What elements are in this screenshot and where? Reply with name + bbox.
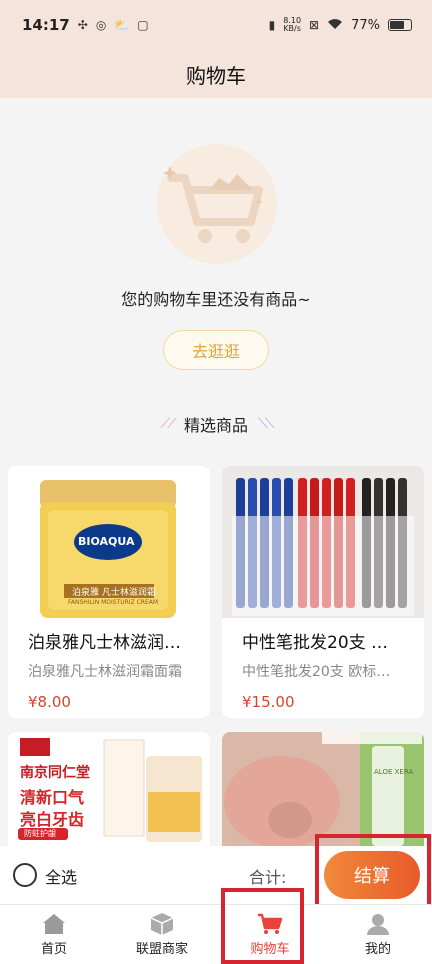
vibrate-icon: ▮ [268,18,276,32]
page-title: 购物车 [186,63,246,88]
product-title: 泊泉雅凡士林滋润霜面霜 [28,633,210,653]
product-card[interactable]: 中性笔批发20支 欧标 中性笔批发20支 欧标签字笔 ¥15.00 [222,466,424,718]
checkout-button[interactable]: 结算 [324,851,420,899]
pinwheel-icon: ✣ [77,18,88,32]
home-icon [41,912,67,936]
sim-icon: ⊠ [309,18,320,32]
product-image-aloe-gel: ALOE XERA [222,732,424,846]
product-image-pens [222,466,424,618]
bag-icon: ▢ [137,18,149,32]
jar-label-text: 泊泉雅 凡士林滋润霜 [72,588,156,598]
bottom-tab-bar: 首页 联盟商家 购物车 我的 [0,904,432,964]
product-card[interactable]: BIOAQUA 泊泉雅 凡士林滋润霜 FANSHILIN MOISTURIZ C… [8,466,210,718]
product-title: 中性笔批发20支 欧标 [242,633,406,653]
aloe-overlay-text: ALOE XERA [374,768,414,776]
brand-overlay-text: 南京同仁堂 [20,765,90,781]
title-bar: 购物车 [0,50,432,98]
status-right: ▮ 8.10 KB/s ⊠ 77% [269,17,412,33]
network-speed: 8.10 KB/s [283,17,301,33]
select-all-checkbox[interactable] [13,863,37,887]
status-time: 14:17 [22,16,70,34]
badge-text: 防蛀护龈 [24,829,56,838]
battery-percent: 77% [351,17,380,33]
decoration-left-icon: ⟋⟋ [160,416,177,432]
tab-label-cart: 购物车 [250,942,290,957]
network-speed-unit: KB/s [283,24,301,33]
decoration-right-icon: ⟍⟍ [258,416,275,432]
slogan-line2: 亮白牙齿 [20,810,85,829]
profile-icon [365,912,391,936]
product-image-toothpaste: 南京同仁堂 清新口气 亮白牙齿 防蛀护龈 [8,732,210,846]
featured-section-header: ⟋⟋ 精选商品 ⟍⟍ [0,412,432,436]
battery-icon [388,19,412,31]
total-label: 合计: [249,868,287,887]
tab-home[interactable]: 首页 [0,905,108,964]
wifi-icon [327,18,343,33]
tab-profile[interactable]: 我的 [324,905,432,964]
go-shopping-button[interactable]: 去逛逛 [163,330,269,370]
tab-label-profile: 我的 [364,942,391,957]
cart-icon [257,912,283,936]
weather-icon: ⛅ [114,18,130,32]
tab-label-home: 首页 [40,942,67,957]
tab-label-merchants: 联盟商家 [135,942,188,957]
tab-merchants[interactable]: 联盟商家 [108,905,216,964]
app-notification-icon: ◎ [95,18,107,32]
cube-icon [149,912,175,936]
product-price: ¥15.00 [242,693,295,711]
featured-title: 精选商品 [183,416,248,435]
checkout-bar: 全选 合计: 结算 [0,846,432,904]
jar-label-en-text: FANSHILIN MOISTURIZ CREAM [68,599,159,606]
product-price: ¥8.00 [28,693,71,711]
product-subtitle: 泊泉雅凡士林滋润霜面霜 [28,664,182,680]
product-image-cream-jar: BIOAQUA 泊泉雅 凡士林滋润霜 FANSHILIN MOISTURIZ C… [8,466,210,618]
tab-cart[interactable]: 购物车 [216,905,324,964]
shopping-cart-icon [157,144,277,264]
empty-cart-illustration [157,144,277,264]
status-bar: 14:17 ✣ ◎ ⛅ ▢ ▮ 8.10 KB/s ⊠ 77% [0,0,432,50]
select-all-label[interactable]: 全选 [45,864,77,888]
status-left: 14:17 ✣ ◎ ⛅ ▢ [22,16,149,34]
empty-cart-message: 您的购物车里还没有商品~ [121,290,311,309]
brand-text: BIOAQUA [78,535,135,548]
slogan-line1: 清新口气 [20,788,85,807]
product-subtitle: 中性笔批发20支 欧标签字笔 [242,664,419,680]
